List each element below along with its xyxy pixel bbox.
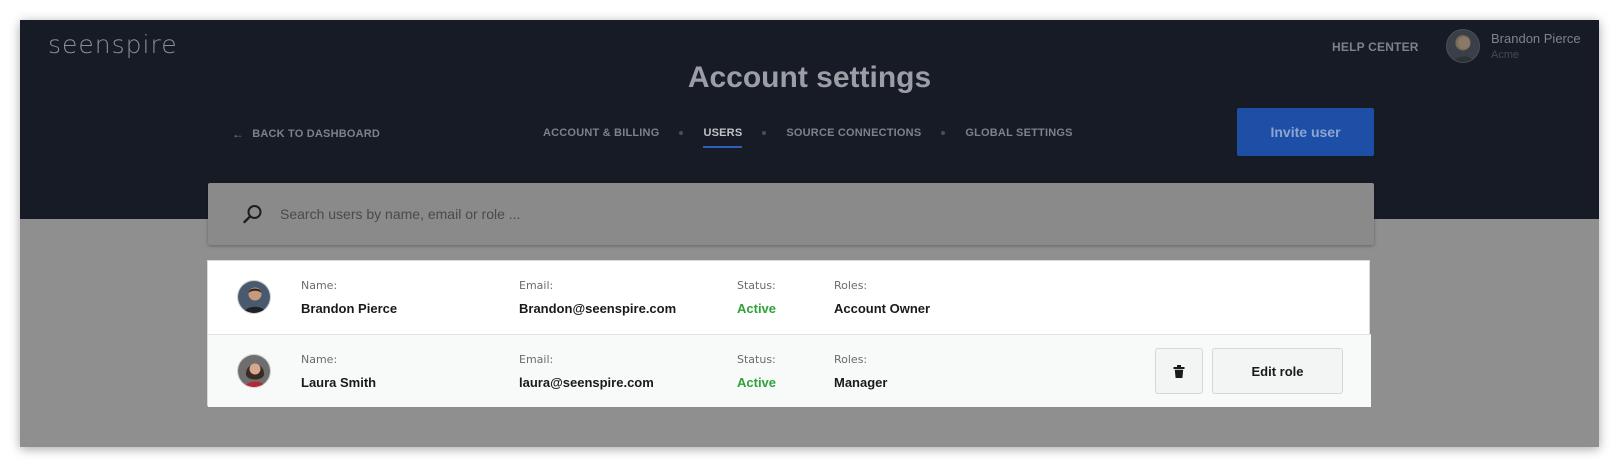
trash-icon bbox=[1173, 364, 1185, 378]
back-label: BACK TO DASHBOARD bbox=[252, 128, 381, 140]
status-label: Status: bbox=[737, 279, 776, 292]
status-badge: Active bbox=[737, 375, 777, 390]
user-email-field: Email: Brandon@seenspire.com bbox=[519, 279, 676, 316]
status-label: Status: bbox=[737, 353, 776, 366]
user-name-field: Name: Laura Smith bbox=[301, 353, 376, 390]
user-name-field: Name: Brandon Pierce bbox=[301, 279, 397, 316]
avatar bbox=[237, 354, 271, 388]
user-role: Manager bbox=[834, 375, 888, 390]
search-bar bbox=[208, 183, 1374, 245]
name-label: Name: bbox=[301, 353, 338, 366]
tab-account-billing[interactable]: ACCOUNT & BILLING bbox=[543, 127, 659, 139]
status-badge: Active bbox=[737, 301, 777, 316]
settings-tabs: ACCOUNT & BILLING USERS SOURCE CONNECTIO… bbox=[543, 127, 1073, 148]
user-role-field: Roles: Manager bbox=[834, 353, 887, 390]
tab-global-settings[interactable]: GLOBAL SETTINGS bbox=[965, 127, 1072, 139]
email-label: Email: bbox=[519, 353, 554, 366]
avatar-image bbox=[1453, 37, 1475, 62]
profile-name: Brandon Pierce bbox=[1491, 31, 1581, 46]
tab-users[interactable]: USERS bbox=[703, 127, 743, 148]
tab-separator bbox=[941, 131, 946, 135]
user-list: Name: Brandon Pierce Email: Brandon@seen… bbox=[207, 260, 1371, 407]
help-center-link[interactable]: HELP CENTER bbox=[1332, 40, 1419, 54]
user-role-field: Roles: Account Owner bbox=[834, 279, 930, 316]
name-label: Name: bbox=[301, 279, 338, 292]
tab-separator bbox=[679, 131, 684, 135]
user-name: Brandon Pierce bbox=[301, 301, 398, 316]
page-title: Account settings bbox=[687, 61, 932, 94]
user-row: Name: Laura Smith Email: laura@seenspire… bbox=[208, 334, 1371, 407]
search-input[interactable] bbox=[280, 183, 1360, 245]
user-name: Laura Smith bbox=[301, 375, 377, 390]
profile-org: Acme bbox=[1491, 49, 1520, 61]
user-row: Name: Brandon Pierce Email: Brandon@seen… bbox=[208, 261, 1371, 334]
user-role: Account Owner bbox=[834, 301, 931, 316]
user-profile[interactable]: Brandon Pierce Acme bbox=[1446, 29, 1596, 65]
tab-source-connections[interactable]: SOURCE CONNECTIONS bbox=[786, 127, 921, 139]
app-window: seenspire HELP CENTER Brandon Pierce Acm… bbox=[20, 20, 1599, 447]
roles-label: Roles: bbox=[834, 279, 868, 292]
roles-label: Roles: bbox=[834, 353, 868, 366]
arrow-left-icon: ← bbox=[232, 127, 245, 141]
user-email: laura@seenspire.com bbox=[519, 375, 654, 390]
user-status-field: Status: Active bbox=[737, 353, 776, 390]
tab-separator bbox=[762, 131, 767, 135]
brand-logo[interactable]: seenspire bbox=[48, 30, 178, 59]
invite-user-button[interactable]: Invite user bbox=[1237, 108, 1374, 156]
edit-role-button[interactable]: Edit role bbox=[1212, 348, 1343, 394]
back-to-dashboard-link[interactable]: ← BACK TO DASHBOARD bbox=[232, 127, 380, 141]
user-status-field: Status: Active bbox=[737, 279, 776, 316]
delete-user-button[interactable] bbox=[1155, 348, 1203, 394]
email-label: Email: bbox=[519, 279, 554, 292]
avatar bbox=[1446, 29, 1480, 63]
user-email: Brandon@seenspire.com bbox=[519, 301, 677, 316]
avatar bbox=[237, 280, 271, 314]
avatar-image bbox=[238, 281, 270, 313]
user-email-field: Email: laura@seenspire.com bbox=[519, 353, 654, 390]
search-icon bbox=[243, 205, 262, 224]
avatar-image bbox=[238, 355, 270, 387]
